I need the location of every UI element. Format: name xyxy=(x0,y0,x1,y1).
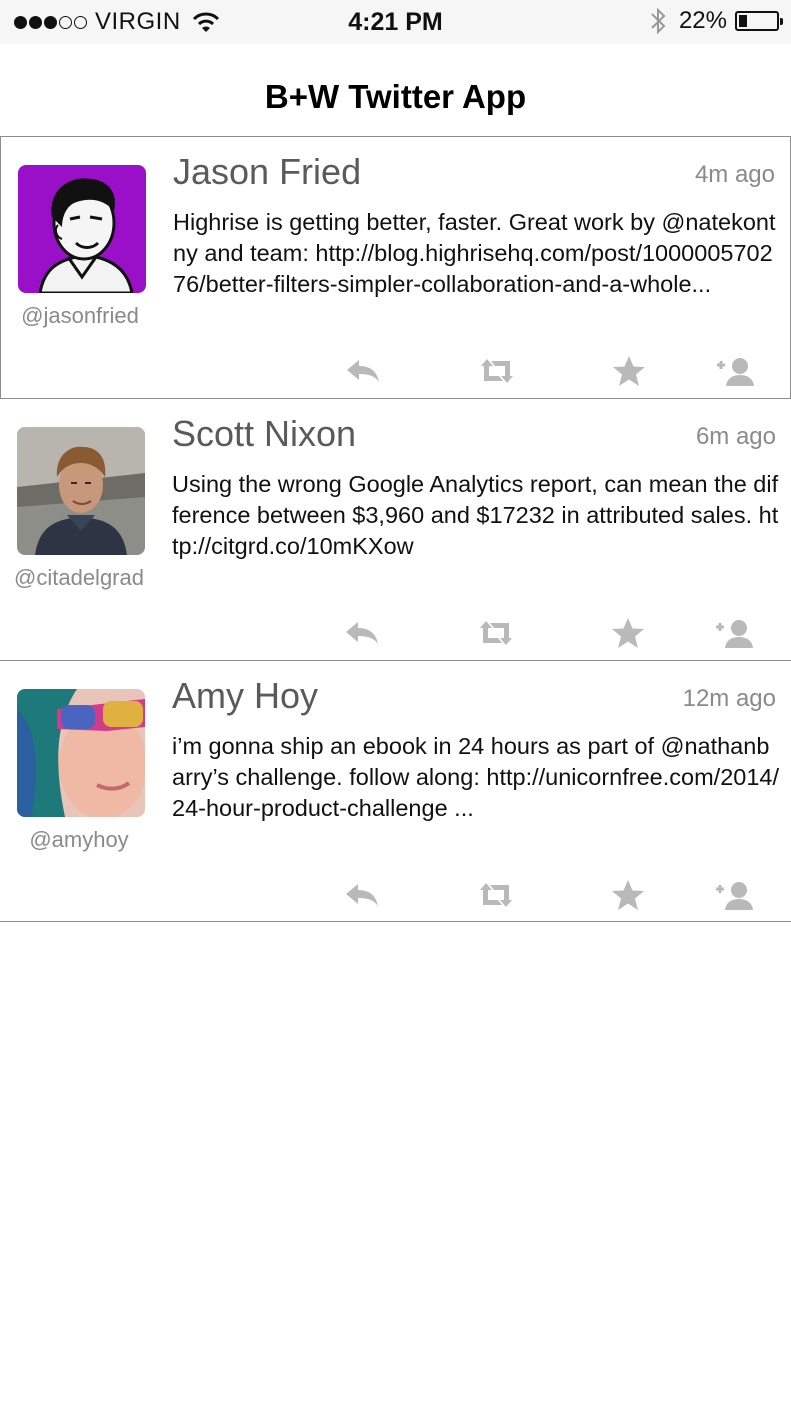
tweet-item[interactable]: @amyhoy Amy Hoy 12m ago i’m gonna ship a… xyxy=(0,660,791,922)
retweet-button[interactable] xyxy=(474,615,518,651)
tweet-item[interactable]: @jasonfried Jason Fried 4m ago Highrise … xyxy=(0,136,791,398)
retweet-icon xyxy=(480,883,512,907)
tweet-text: i’m gonna ship an ebook in 24 hours as p… xyxy=(172,733,779,821)
tweet-handle[interactable]: @jasonfried xyxy=(1,303,159,329)
reply-icon xyxy=(346,622,378,644)
star-icon xyxy=(613,356,645,386)
avatar[interactable] xyxy=(17,689,145,817)
tweet-author-name[interactable]: Scott Nixon xyxy=(172,413,356,455)
tweet-feed: @jasonfried Jason Fried 4m ago Highrise … xyxy=(0,136,791,922)
tweet-author-name[interactable]: Amy Hoy xyxy=(172,675,318,717)
battery-percent: 22% xyxy=(678,7,727,34)
reply-button[interactable] xyxy=(341,353,385,389)
avatar[interactable] xyxy=(17,427,145,555)
tweet-actions xyxy=(0,877,791,913)
reply-icon xyxy=(347,360,379,382)
avatar[interactable] xyxy=(18,165,146,293)
star-icon xyxy=(612,618,644,648)
reply-icon xyxy=(346,884,378,906)
retweet-button[interactable] xyxy=(475,353,519,389)
retweet-icon xyxy=(481,359,513,383)
favorite-button[interactable] xyxy=(606,615,650,651)
add-user-icon xyxy=(717,358,754,386)
follow-button[interactable] xyxy=(713,353,757,389)
tweet-timestamp: 6m ago xyxy=(695,423,776,450)
retweet-icon xyxy=(480,621,512,645)
tweet-actions xyxy=(1,353,791,389)
tweet-handle[interactable]: @amyhoy xyxy=(0,827,158,853)
favorite-button[interactable] xyxy=(606,877,650,913)
reply-button[interactable] xyxy=(340,615,384,651)
status-right: 22% xyxy=(649,6,783,36)
tweet-text: Highrise is getting better, faster. Grea… xyxy=(173,209,776,297)
add-user-icon xyxy=(716,620,753,648)
tweet-timestamp: 4m ago xyxy=(694,161,775,188)
add-user-icon xyxy=(716,882,753,910)
tweet-handle[interactable]: @citadelgrad xyxy=(0,565,158,591)
status-bar: VIRGIN 4:21 PM 22% xyxy=(0,0,791,44)
retweet-button[interactable] xyxy=(474,877,518,913)
tweet-text: Using the wrong Google Analytics report,… xyxy=(172,471,779,559)
tweet-item[interactable]: @citadelgrad Scott Nixon 6m ago Using th… xyxy=(0,398,791,660)
follow-button[interactable] xyxy=(712,877,756,913)
favorite-button[interactable] xyxy=(607,353,651,389)
tweet-author-name[interactable]: Jason Fried xyxy=(173,151,361,193)
tweet-actions xyxy=(0,615,791,651)
page-title: B+W Twitter App xyxy=(264,78,527,115)
battery-icon xyxy=(735,11,783,31)
tweet-timestamp: 12m ago xyxy=(682,685,776,712)
star-icon xyxy=(612,880,644,910)
reply-button[interactable] xyxy=(340,877,384,913)
bluetooth-icon xyxy=(651,7,666,35)
follow-button[interactable] xyxy=(712,615,756,651)
